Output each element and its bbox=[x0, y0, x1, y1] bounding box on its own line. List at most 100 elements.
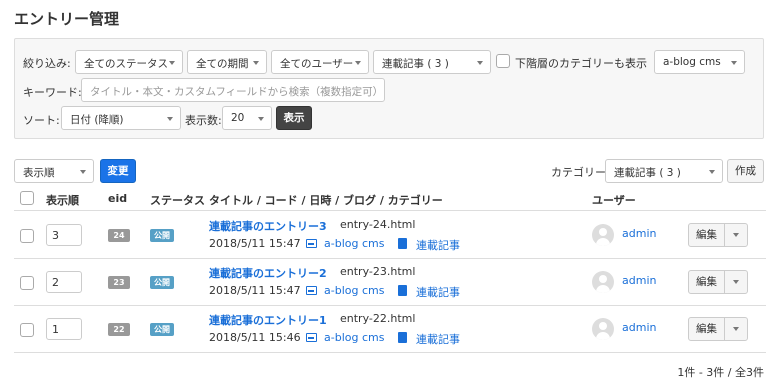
order-input[interactable]: 1 bbox=[46, 318, 82, 340]
user-select[interactable]: 全てのユーザー bbox=[271, 50, 369, 74]
create-category-select[interactable]: 連載記事 ( 3 ) bbox=[605, 159, 723, 183]
sort-select-value: 日付 (降順) bbox=[70, 114, 124, 126]
edit-dropdown-toggle[interactable] bbox=[725, 271, 747, 293]
column-header-order: 表示順 bbox=[46, 194, 79, 207]
order-input[interactable]: 2 bbox=[46, 271, 82, 293]
edit-button[interactable]: 編集 bbox=[689, 271, 725, 293]
table-row: 1 22 公開 連載記事のエントリー1 entry-22.html 2018/5… bbox=[14, 306, 766, 352]
include-subcategories-label: 下階層のカテゴリーも表示 bbox=[515, 57, 647, 70]
category-icon bbox=[398, 285, 407, 296]
user-avatar-icon bbox=[592, 224, 614, 246]
blog-icon bbox=[306, 333, 317, 342]
select-all-checkbox[interactable] bbox=[20, 191, 34, 205]
keyword-label: キーワード: bbox=[23, 86, 82, 99]
period-select[interactable]: 全ての期間 bbox=[187, 50, 267, 74]
row-checkbox[interactable] bbox=[20, 276, 34, 290]
chevron-down-icon bbox=[253, 61, 259, 65]
user-link[interactable]: admin bbox=[622, 227, 656, 240]
blog-select[interactable]: a-blog cms bbox=[654, 50, 745, 74]
edit-button[interactable]: 編集 bbox=[689, 224, 725, 246]
sort-select[interactable]: 日付 (降順) bbox=[61, 106, 181, 130]
column-header-info: タイトル / コード / 日時 / ブログ / カテゴリー bbox=[209, 194, 443, 207]
include-subcategories-checkbox[interactable] bbox=[496, 54, 510, 68]
status-select-value: 全てのステータス bbox=[84, 58, 168, 70]
chevron-down-icon bbox=[731, 61, 737, 65]
edit-button[interactable]: 編集 bbox=[689, 318, 725, 340]
keyword-input[interactable]: タイトル・本文・カスタムフィールドから検索（複数指定可） bbox=[81, 78, 385, 102]
user-avatar-icon bbox=[592, 271, 614, 293]
entry-title-link[interactable]: 連載記事のエントリー1 bbox=[209, 312, 327, 328]
order-action-select[interactable]: 表示順 bbox=[14, 159, 94, 183]
category-link[interactable]: 連載記事 bbox=[416, 284, 460, 300]
status-select[interactable]: 全てのステータス bbox=[75, 50, 183, 74]
category-icon bbox=[398, 332, 407, 343]
entry-title-link[interactable]: 連載記事のエントリー3 bbox=[209, 218, 327, 234]
period-select-value: 全ての期間 bbox=[196, 58, 249, 70]
table-row: 3 24 公開 連載記事のエントリー3 entry-24.html 2018/5… bbox=[14, 212, 766, 258]
chevron-down-icon bbox=[169, 61, 175, 65]
chevron-down-icon bbox=[80, 170, 86, 174]
status-badge: 公開 bbox=[150, 323, 174, 336]
blog-icon bbox=[306, 239, 317, 248]
entry-code: entry-23.html bbox=[340, 265, 416, 278]
edit-button-group: 編集 bbox=[688, 223, 748, 247]
user-link[interactable]: admin bbox=[622, 321, 656, 334]
eid-badge: 23 bbox=[108, 276, 130, 289]
row-divider bbox=[14, 352, 766, 353]
category-icon bbox=[398, 238, 407, 249]
entry-datetime: 2018/5/11 15:47 bbox=[209, 284, 301, 297]
order-value: 1 bbox=[52, 323, 59, 336]
eid-badge: 22 bbox=[108, 323, 130, 336]
filter-panel: 絞り込み: 全てのステータス 全ての期間 全てのユーザー 連載記事 ( 3 ) … bbox=[14, 38, 764, 139]
row-checkbox[interactable] bbox=[20, 323, 34, 337]
category-filter-value: 連載記事 ( 3 ) bbox=[382, 58, 449, 70]
blog-icon bbox=[306, 286, 317, 295]
entry-code: entry-22.html bbox=[340, 312, 416, 325]
category-link[interactable]: 連載記事 bbox=[416, 237, 460, 253]
limit-select-value: 20 bbox=[231, 112, 245, 124]
category-filter-select[interactable]: 連載記事 ( 3 ) bbox=[373, 50, 491, 74]
blog-select-value: a-blog cms bbox=[663, 56, 721, 68]
edit-dropdown-toggle[interactable] bbox=[725, 318, 747, 340]
blog-link[interactable]: a-blog cms bbox=[324, 331, 384, 344]
user-link[interactable]: admin bbox=[622, 274, 656, 287]
status-badge: 公開 bbox=[150, 276, 174, 289]
order-action-value: 表示順 bbox=[23, 167, 55, 179]
category-link[interactable]: 連載記事 bbox=[416, 331, 460, 347]
order-value: 3 bbox=[52, 229, 59, 242]
user-avatar-icon bbox=[592, 318, 614, 340]
chevron-down-icon bbox=[258, 117, 264, 121]
entry-title-link[interactable]: 連載記事のエントリー2 bbox=[209, 265, 327, 281]
create-category-value: 連載記事 ( 3 ) bbox=[614, 167, 681, 179]
chevron-down-icon bbox=[709, 170, 715, 174]
edit-button-group: 編集 bbox=[688, 317, 748, 341]
order-input[interactable]: 3 bbox=[46, 224, 82, 246]
row-checkbox[interactable] bbox=[20, 229, 34, 243]
header-divider bbox=[14, 210, 766, 211]
column-header-status: ステータス bbox=[150, 194, 205, 207]
column-header-user: ユーザー bbox=[592, 194, 636, 207]
filter-submit-button[interactable]: 表示 bbox=[276, 106, 312, 130]
pagination-summary: 1件 - 3件 / 全3件 bbox=[677, 366, 764, 379]
order-value: 2 bbox=[52, 276, 59, 289]
chevron-down-icon bbox=[355, 61, 361, 65]
filter-label: 絞り込み: bbox=[23, 57, 71, 70]
edit-dropdown-toggle[interactable] bbox=[725, 224, 747, 246]
blog-link[interactable]: a-blog cms bbox=[324, 237, 384, 250]
limit-select[interactable]: 20 bbox=[222, 106, 272, 130]
entry-code: entry-24.html bbox=[340, 218, 416, 231]
chevron-down-icon bbox=[477, 61, 483, 65]
keyword-placeholder: タイトル・本文・カスタムフィールドから検索（複数指定可） bbox=[90, 86, 384, 98]
column-header-eid: eid bbox=[108, 192, 128, 205]
user-select-value: 全てのユーザー bbox=[280, 58, 354, 70]
chevron-down-icon bbox=[733, 233, 739, 237]
create-entry-button[interactable]: 作成 bbox=[727, 159, 764, 183]
category-label: カテゴリー bbox=[551, 166, 606, 179]
limit-label: 表示数: bbox=[185, 114, 222, 127]
blog-link[interactable]: a-blog cms bbox=[324, 284, 384, 297]
chevron-down-icon bbox=[733, 327, 739, 331]
table-row: 2 23 公開 連載記事のエントリー2 entry-23.html 2018/5… bbox=[14, 259, 766, 305]
change-order-button[interactable]: 変更 bbox=[100, 159, 136, 183]
sort-label: ソート: bbox=[23, 114, 60, 127]
chevron-down-icon bbox=[733, 280, 739, 284]
